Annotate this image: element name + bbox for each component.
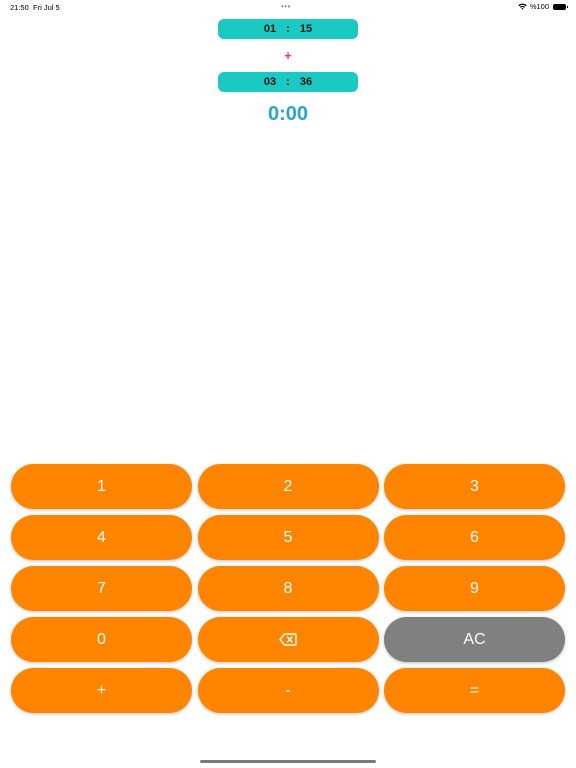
key-7-button[interactable]: 7 [11,566,192,611]
first-minutes-value[interactable]: 15 [293,23,319,35]
key-4-button[interactable]: 4 [11,515,192,560]
key-2-button[interactable]: 2 [197,464,379,509]
first-time-separator: : [286,23,290,35]
clear-button[interactable]: AC [384,617,565,662]
battery-icon [553,3,568,10]
key-0-button[interactable]: 0 [11,617,192,662]
wifi-icon [518,3,527,10]
second-hours-value[interactable]: 03 [257,76,283,88]
equals-button[interactable]: = [384,668,565,713]
selected-operator: + [284,48,292,63]
result-display: 0:00 [267,103,309,125]
multitasking-dots[interactable]: ••• [281,2,291,11]
minus-button[interactable]: - [197,668,379,713]
key-5-button[interactable]: 5 [197,515,379,560]
key-8-button[interactable]: 8 [197,566,379,611]
keypad: 1 2 3 4 5 6 7 8 9 0 AC + - = [11,464,565,713]
key-9-button[interactable]: 9 [384,566,565,611]
second-time-separator: : [286,76,290,88]
key-3-button[interactable]: 3 [384,464,565,509]
first-hours-value[interactable]: 01 [257,23,283,35]
home-indicator[interactable] [200,760,376,763]
second-minutes-value[interactable]: 36 [293,76,319,88]
key-1-button[interactable]: 1 [11,464,192,509]
status-time: 21:50 [10,3,29,12]
status-bar: 21:50 Fri Jul 5 ••• %100 [0,0,576,14]
delete-backward-icon [279,633,297,646]
status-indicators: %100 [518,2,568,11]
key-6-button[interactable]: 6 [384,515,565,560]
battery-percentage: %100 [529,2,549,11]
backspace-button[interactable] [197,617,379,662]
second-time-field[interactable]: 03 : 36 [218,72,358,92]
first-time-field[interactable]: 01 : 15 [218,19,358,39]
status-date: Fri Jul 5 [33,3,60,12]
plus-button[interactable]: + [11,668,192,713]
